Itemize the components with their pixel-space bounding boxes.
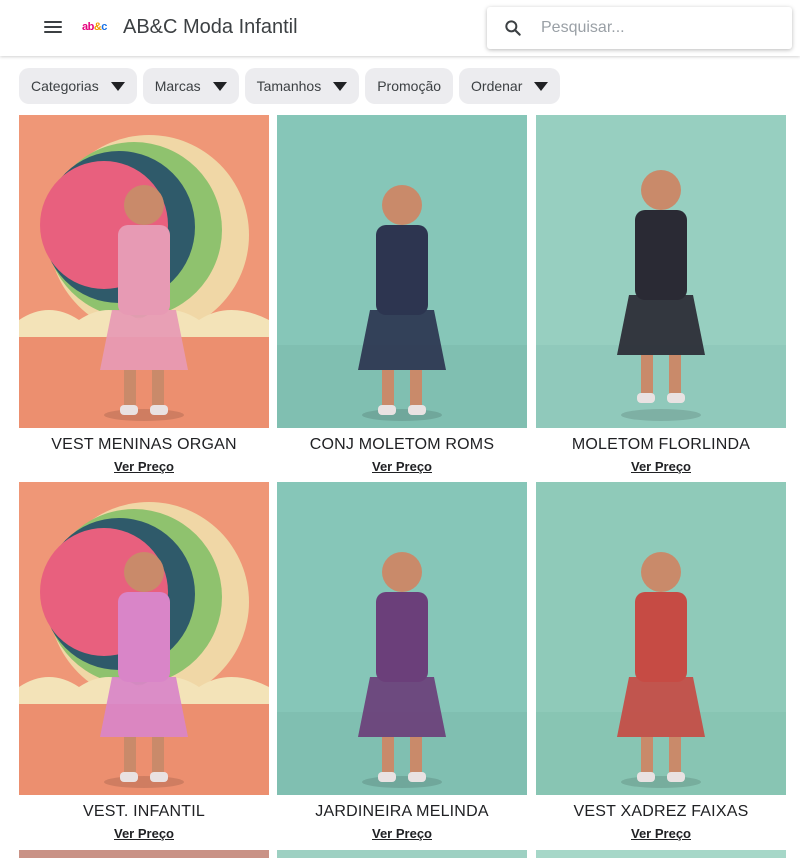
- product-photo-illustration: [19, 482, 269, 795]
- product-image[interactable]: [277, 115, 527, 428]
- product-photo-illustration: [277, 482, 527, 795]
- product-photo-illustration: [277, 115, 527, 428]
- product-name: VEST. INFANTIL: [83, 803, 205, 820]
- ver-preco-link[interactable]: Ver Preço: [536, 826, 786, 841]
- filter-categorias[interactable]: Categorias: [19, 68, 137, 104]
- product-image[interactable]: [19, 482, 269, 795]
- filter-label: Promoção: [377, 78, 442, 94]
- filter-tamanhos[interactable]: Tamanhos: [244, 68, 360, 104]
- product-card[interactable]: VEST. INFANTIL Ver Preço: [19, 482, 269, 841]
- product-name: VEST MENINAS ORGAN: [51, 436, 237, 453]
- product-image-next[interactable]: [19, 850, 269, 858]
- ver-preco-link[interactable]: Ver Preço: [536, 459, 786, 474]
- filter-marcas[interactable]: Marcas: [142, 68, 239, 104]
- dropdown-arrow-icon: [534, 81, 549, 91]
- product-card[interactable]: JARDINEIRA MELINDA Ver Preço: [277, 482, 527, 841]
- filter-label: Marcas: [154, 78, 201, 94]
- product-card[interactable]: VEST MENINAS ORGAN Ver Preço: [19, 115, 269, 474]
- brand-logo[interactable]: ab&c: [82, 18, 108, 36]
- app-title: AB&C Moda Infantil: [123, 16, 298, 38]
- dropdown-arrow-icon: [110, 81, 125, 91]
- filter-bar: Categorias Marcas Tamanhos Promoção Orde…: [19, 68, 561, 104]
- filter-label: Categorias: [31, 78, 99, 94]
- ver-preco-link[interactable]: Ver Preço: [277, 826, 527, 841]
- ver-preco-link[interactable]: Ver Preço: [19, 826, 269, 841]
- product-name: CONJ MOLETOM ROMS: [309, 436, 495, 453]
- product-image[interactable]: [277, 482, 527, 795]
- filter-promocao[interactable]: Promoção: [365, 68, 454, 104]
- search-icon[interactable]: [503, 18, 523, 38]
- menu-icon[interactable]: [44, 18, 66, 38]
- product-card[interactable]: CONJ MOLETOM ROMS Ver Preço: [277, 115, 527, 474]
- product-photo-illustration: [19, 115, 269, 428]
- product-image-next[interactable]: [277, 850, 527, 858]
- top-app-bar: ab&c AB&C Moda Infantil: [0, 0, 800, 56]
- product-image[interactable]: [536, 115, 786, 428]
- search-input[interactable]: [541, 15, 781, 41]
- product-image-next[interactable]: [536, 850, 786, 858]
- product-name: VEST XADREZ FAIXAS: [573, 803, 749, 820]
- product-photo-illustration: [536, 115, 786, 428]
- product-card[interactable]: MOLETOM FLORLINDA Ver Preço: [536, 115, 786, 474]
- search-box[interactable]: [487, 7, 792, 49]
- filter-ordenar[interactable]: Ordenar: [459, 68, 561, 104]
- logo-text-c: c: [101, 21, 107, 33]
- product-image[interactable]: [536, 482, 786, 795]
- product-image[interactable]: [19, 115, 269, 428]
- product-card[interactable]: VEST XADREZ FAIXAS Ver Preço: [536, 482, 786, 841]
- dropdown-arrow-icon: [333, 81, 348, 91]
- product-name: MOLETOM FLORLINDA: [571, 436, 751, 453]
- logo-text-ab: ab: [82, 21, 94, 33]
- filter-label: Tamanhos: [256, 78, 322, 94]
- product-name: JARDINEIRA MELINDA: [315, 803, 489, 820]
- product-photo-illustration: [536, 482, 786, 795]
- dropdown-arrow-icon: [212, 81, 227, 91]
- ver-preco-link[interactable]: Ver Preço: [277, 459, 527, 474]
- ver-preco-link[interactable]: Ver Preço: [19, 459, 269, 474]
- filter-label: Ordenar: [471, 78, 523, 94]
